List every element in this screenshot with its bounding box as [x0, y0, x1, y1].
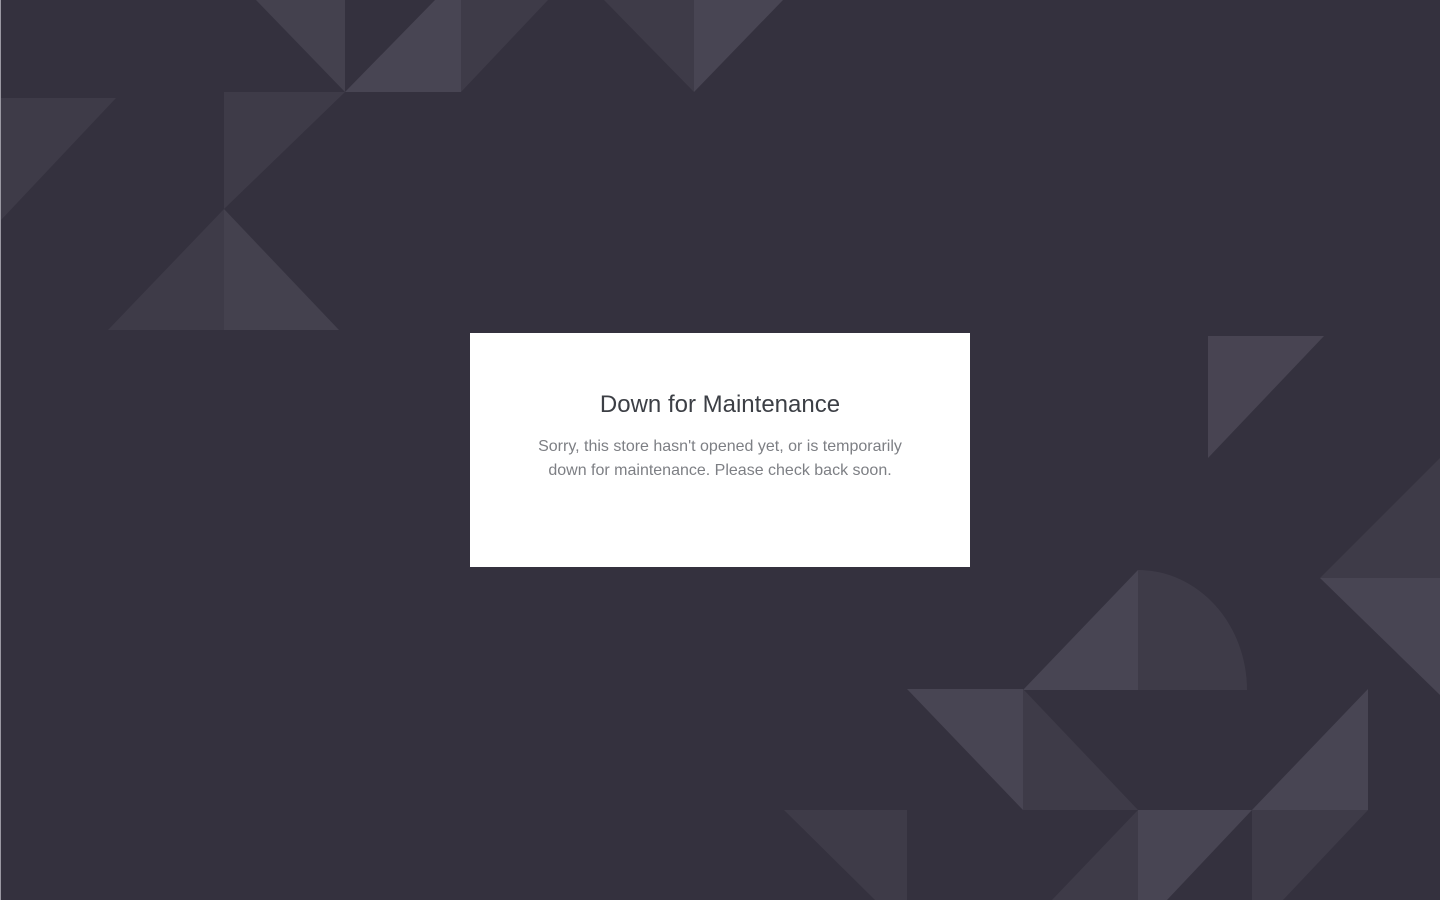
- background-triangle: [1138, 810, 1252, 900]
- background-triangle: [694, 0, 783, 92]
- background-triangle: [1252, 810, 1368, 900]
- maintenance-message: Sorry, this store hasn't opened yet, or …: [538, 438, 902, 479]
- background-triangle: [1320, 578, 1440, 695]
- background-quarter-circle: [1138, 570, 1247, 690]
- background-triangle: [907, 689, 1023, 810]
- background-triangle: [461, 0, 548, 92]
- background-triangle: [224, 92, 345, 209]
- background-triangle: [108, 209, 224, 330]
- background-triangle: [784, 810, 907, 900]
- background-triangle: [1023, 570, 1138, 690]
- maintenance-card: Down for Maintenance Sorry, this store h…: [470, 333, 970, 567]
- background-triangle: [604, 0, 694, 92]
- background-triangle: [1, 98, 116, 220]
- background-triangle: [1320, 458, 1440, 578]
- background-triangle: [1208, 336, 1324, 458]
- background-triangle: [1252, 689, 1368, 810]
- background-triangle: [224, 209, 339, 330]
- maintenance-page: Down for Maintenance Sorry, this store h…: [0, 0, 1440, 900]
- background-triangle: [345, 0, 461, 92]
- background-triangle: [256, 0, 345, 92]
- maintenance-title: Down for Maintenance: [599, 391, 841, 418]
- background-triangle: [1023, 689, 1138, 810]
- background-triangle: [1052, 810, 1138, 900]
